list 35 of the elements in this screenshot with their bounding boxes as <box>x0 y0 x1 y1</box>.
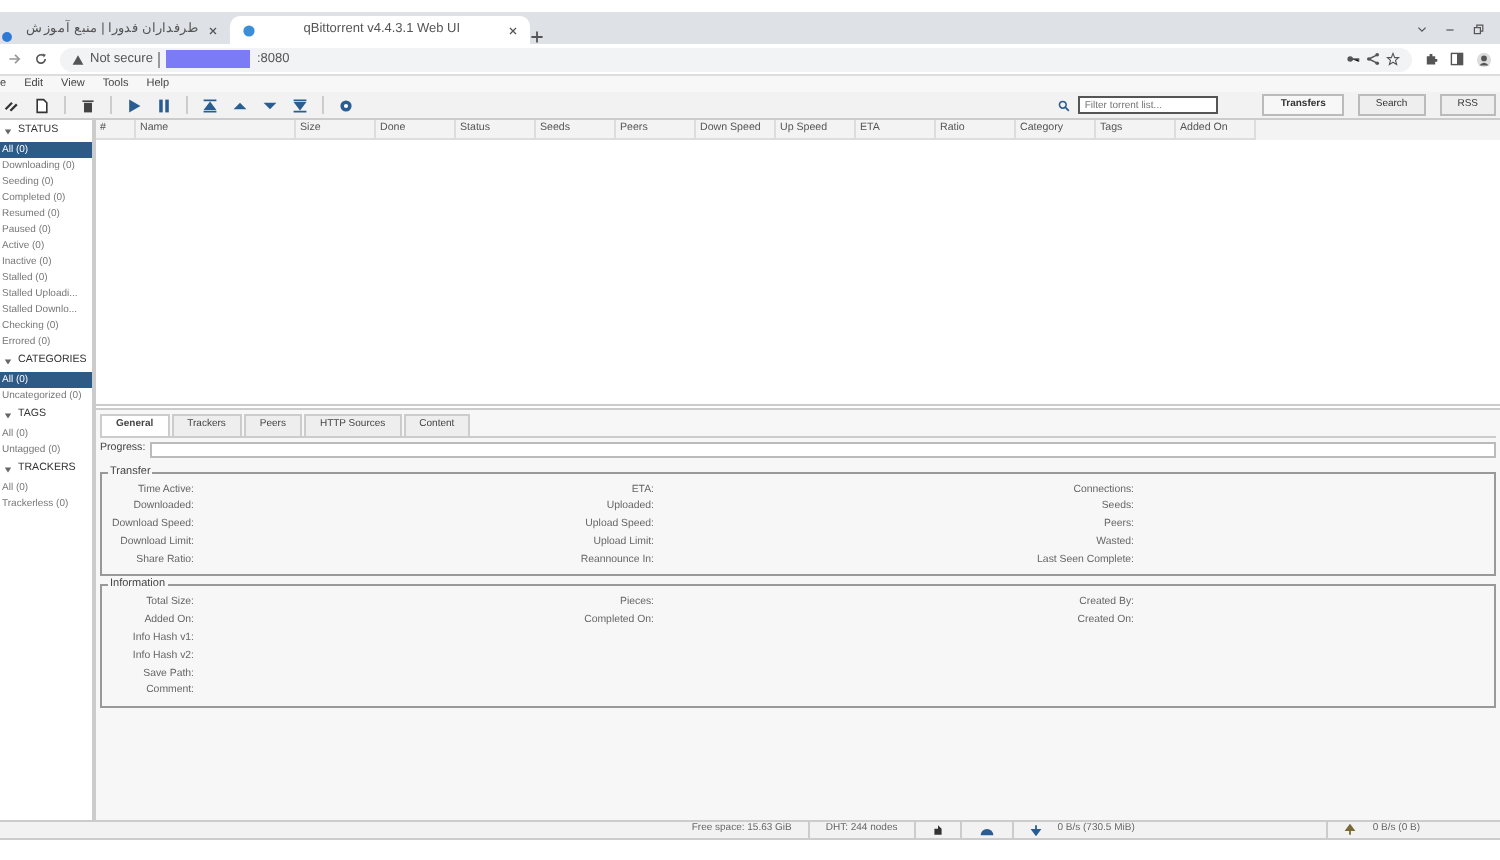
play-icon[interactable] <box>126 97 142 113</box>
redacted-block <box>166 50 251 68</box>
close-icon[interactable] <box>507 25 518 35</box>
speed-limit-icon[interactable] <box>977 823 996 837</box>
caret-down-icon[interactable] <box>4 357 12 366</box>
upload-arrow-icon <box>1344 824 1357 836</box>
reload-icon[interactable] <box>34 52 48 66</box>
plus-icon[interactable] <box>529 30 544 44</box>
caret-down-icon[interactable] <box>4 411 12 420</box>
warning-icon <box>72 53 84 65</box>
sidebar-icon[interactable] <box>1450 52 1464 66</box>
star-icon[interactable] <box>1386 52 1400 66</box>
share-icon[interactable] <box>1366 52 1380 66</box>
site-icon <box>241 23 256 37</box>
avatar-icon[interactable] <box>1476 51 1492 67</box>
search-icon <box>1058 99 1071 111</box>
close-icon[interactable] <box>207 25 218 35</box>
move-down-icon[interactable] <box>262 97 278 113</box>
minimize-icon[interactable] <box>1444 24 1456 36</box>
pause-icon[interactable] <box>156 97 172 113</box>
caret-down-icon[interactable] <box>4 127 12 136</box>
chevron-down-icon[interactable] <box>1416 24 1428 36</box>
move-up-icon[interactable] <box>232 97 248 113</box>
restore-icon[interactable] <box>1472 24 1484 36</box>
forward-icon[interactable] <box>8 52 22 66</box>
link-icon[interactable] <box>4 97 20 113</box>
caret-down-icon[interactable] <box>4 465 12 474</box>
download-arrow-icon <box>1029 824 1042 836</box>
trash-icon[interactable] <box>80 97 96 113</box>
key-icon[interactable] <box>1346 52 1360 66</box>
puzzle-icon[interactable] <box>1424 52 1438 66</box>
move-bottom-icon[interactable] <box>292 97 308 113</box>
move-top-icon[interactable] <box>202 97 218 113</box>
settings-icon[interactable] <box>338 97 354 113</box>
file-icon[interactable] <box>34 97 50 113</box>
